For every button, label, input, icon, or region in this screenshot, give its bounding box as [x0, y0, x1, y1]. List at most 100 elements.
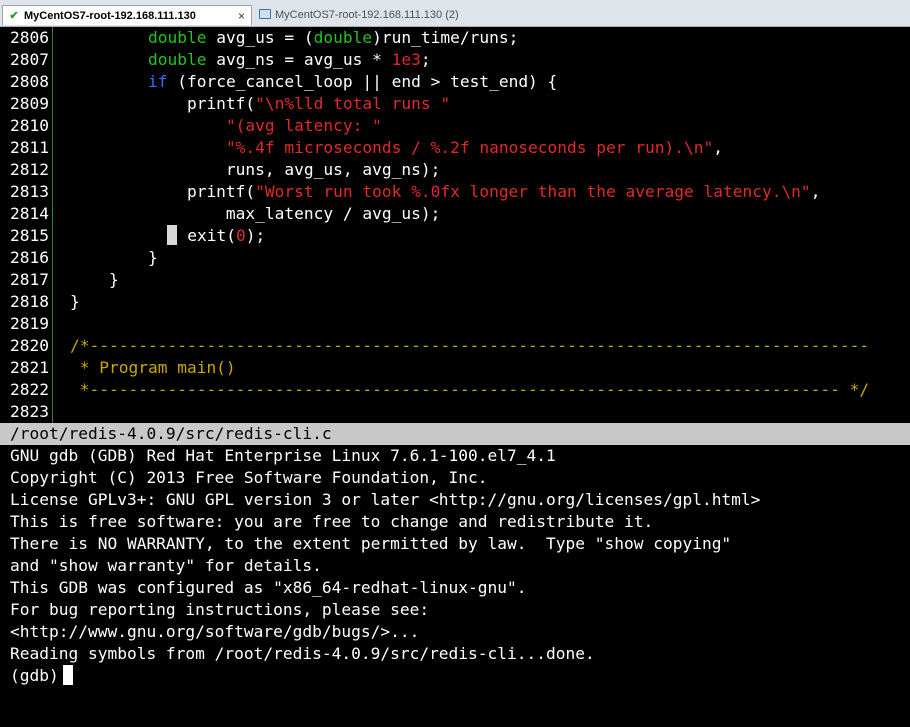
line-number: 2807 [10, 50, 49, 69]
code-token: "(avg latency: " [225, 116, 382, 135]
gdb-output-line: This is free software: you are free to c… [10, 512, 654, 531]
source-code: printf("\n%lld total runs " [70, 93, 450, 115]
tab-label: MyCentOS7-root-192.168.111.130 [24, 9, 196, 22]
source-line: 2808 if (force_cancel_loop || end > test… [0, 71, 910, 93]
code-token: avg_us = ( [206, 28, 314, 47]
status-bar: /root/redis-4.0.9/src/redis-cli.c [0, 423, 910, 445]
source-code: runs, avg_us, avg_ns); [70, 159, 440, 181]
gdb-prompt-line[interactable]: (gdb) [10, 665, 73, 687]
line-number: 2823 [10, 402, 49, 421]
source-code: "(avg latency: " [70, 115, 382, 137]
code-token: avg_ns = avg_us * [206, 50, 392, 69]
code-token: exit( [177, 226, 236, 245]
code-token: double [147, 50, 207, 69]
source-line: 2816 } [0, 247, 910, 269]
line-number: 2806 [10, 28, 49, 47]
line-number: 2815 [10, 226, 49, 245]
code-token: * Program main() [70, 358, 236, 377]
code-token: if [147, 72, 168, 91]
code-token: ); [245, 226, 266, 245]
source-code: } [70, 269, 119, 291]
source-line: 2814 max_latency / avg_us); [0, 203, 910, 225]
terminal[interactable]: 2806 double avg_us = (double)run_time/ru… [0, 27, 910, 727]
line-number: 2810 [10, 116, 49, 135]
source-line: 2823 [0, 401, 910, 423]
gdb-output-line: This GDB was configured as "x86_64-redha… [10, 578, 527, 597]
source-line: 2809 printf("\n%lld total runs " [0, 93, 910, 115]
code-token: "\n%lld total runs " [255, 94, 451, 113]
input-cursor [62, 665, 73, 685]
gdb-output-line: and "show warranty" for details. [10, 556, 322, 575]
line-number: 2819 [10, 314, 49, 333]
code-token: 0 [235, 226, 246, 245]
line-number: 2811 [10, 138, 49, 157]
code-token: /*--------------------------------------… [70, 336, 870, 355]
code-token: runs, avg_us, avg_ns); [70, 160, 441, 179]
code-token: *---------------------------------------… [70, 380, 870, 399]
source-line: 2822 *----------------------------------… [0, 379, 910, 401]
gdb-prompt: (gdb) [10, 666, 59, 685]
line-number: 2820 [10, 336, 49, 355]
code-token: ; [420, 50, 431, 69]
line-number: 2822 [10, 380, 49, 399]
line-number: 2809 [10, 94, 49, 113]
code-token: printf( [70, 182, 256, 201]
source-line: 2819 [0, 313, 910, 335]
close-icon[interactable]: × [238, 9, 245, 23]
gdb-output-line: <http://www.gnu.org/software/gdb/bugs/>.… [10, 622, 420, 641]
code-token: "%.4f microseconds / %.2f nanoseconds pe… [225, 138, 714, 157]
source-line: 2821 * Program main() [0, 357, 910, 379]
source-line: 2815 exit(0); [0, 225, 910, 247]
source-code: } [70, 247, 158, 269]
monitor-icon [258, 8, 272, 22]
code-token: } [70, 270, 119, 289]
source-code: double avg_us = (double)run_time/runs; [70, 27, 518, 49]
source-code: exit(0); [70, 225, 265, 247]
code-token: (force_cancel_loop || end > test_end) { [167, 72, 558, 91]
source-code: "%.4f microseconds / %.2f nanoseconds pe… [70, 137, 723, 159]
gdb-output-line: Copyright (C) 2013 Free Software Foundat… [10, 468, 488, 487]
code-token: max_latency / avg_us); [70, 204, 441, 223]
source-line: 2820 /*----------------------------------… [0, 335, 910, 357]
source-code: * Program main() [70, 357, 236, 379]
source-code: /*--------------------------------------… [70, 335, 869, 357]
source-code: } [70, 291, 80, 313]
source-code: max_latency / avg_us); [70, 203, 440, 225]
source-code: printf("Worst run took %.0fx longer than… [70, 181, 821, 203]
gdb-output-line: For bug reporting instructions, please s… [10, 600, 430, 619]
line-number: 2818 [10, 292, 49, 311]
tab-session-1[interactable]: ✔ MyCentOS7-root-192.168.111.130 × [2, 5, 252, 25]
status-file-path: /root/redis-4.0.9/src/redis-cli.c [10, 424, 332, 443]
text-cursor [167, 225, 178, 245]
code-token: 1e3 [391, 50, 421, 69]
code-token: } [70, 248, 158, 267]
code-token: )run_time/runs; [372, 28, 519, 47]
source-line: 2811 "%.4f microseconds / %.2f nanosecon… [0, 137, 910, 159]
line-number: 2812 [10, 160, 49, 179]
source-line: 2806 double avg_us = (double)run_time/ru… [0, 27, 910, 49]
source-line: 2818} [0, 291, 910, 313]
source-code: double avg_ns = avg_us * 1e3; [70, 49, 431, 71]
code-token: double [147, 28, 207, 47]
tab-session-2[interactable]: MyCentOS7-root-192.168.111.130 (2) [254, 5, 484, 25]
source-line: 2812 runs, avg_us, avg_ns); [0, 159, 910, 181]
source-code: *---------------------------------------… [70, 379, 869, 401]
source-code: if (force_cancel_loop || end > test_end)… [70, 71, 557, 93]
line-number: 2816 [10, 248, 49, 267]
code-token: } [70, 292, 80, 311]
line-number: 2817 [10, 270, 49, 289]
source-line: 2817 } [0, 269, 910, 291]
tab-label: MyCentOS7-root-192.168.111.130 (2) [275, 9, 459, 21]
source-line: 2813 printf("Worst run took %.0fx longer… [0, 181, 910, 203]
line-number: 2821 [10, 358, 49, 377]
line-number: 2813 [10, 182, 49, 201]
line-number: 2808 [10, 72, 49, 91]
code-token: , [810, 182, 821, 201]
gdb-output-line: GNU gdb (GDB) Red Hat Enterprise Linux 7… [10, 446, 556, 465]
